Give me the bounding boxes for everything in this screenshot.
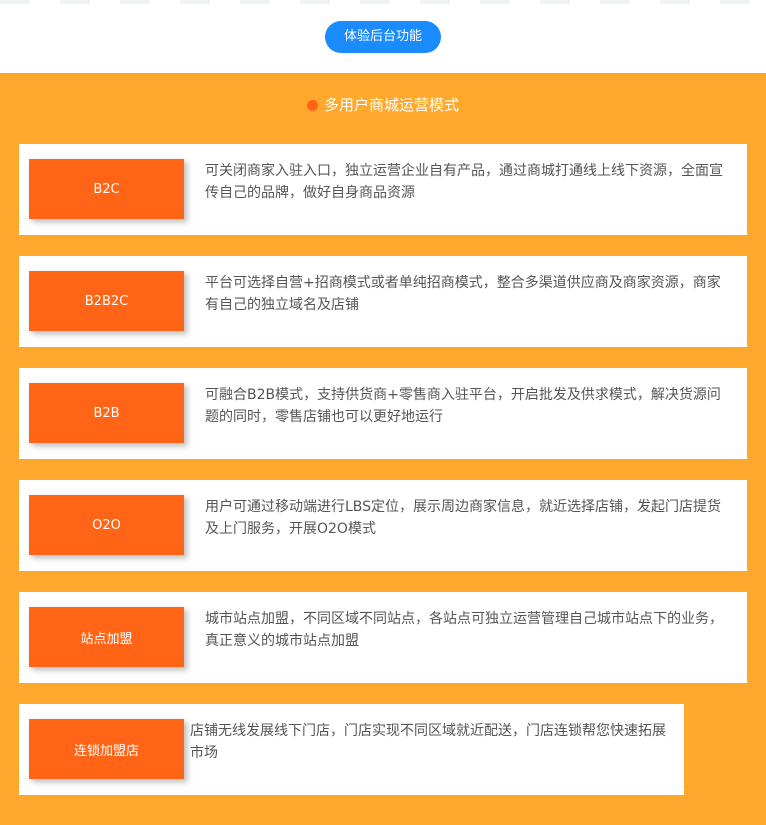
- mode-description: 可融合B2B模式，支持供货商+零售商入驻平台，开启批发及供求模式，解决货源问题的…: [205, 387, 721, 425]
- mode-badge: O2O: [29, 495, 184, 555]
- mode-badge: B2B: [29, 383, 184, 443]
- mode-badge: B2C: [29, 159, 184, 219]
- mode-badge: B2B2C: [29, 271, 184, 331]
- mode-card-site-franchise: 站点加盟 城市站点加盟，不同区域不同站点，各站点可独立运营管理自己城市站点下的业…: [19, 592, 747, 683]
- mode-card-b2b: B2B 可融合B2B模式，支持供货商+零售商入驻平台，开启批发及供求模式，解决货…: [19, 368, 747, 459]
- mode-description: 平台可选择自营+招商模式或者单纯招商模式，整合多渠道供应商及商家资源，商家有自己…: [205, 275, 721, 313]
- mode-description: 店铺无线发展线下门店，门店实现不同区域就近配送，门店连锁帮您快速拓展市场: [190, 723, 666, 761]
- mode-description: 城市站点加盟，不同区域不同站点，各站点可独立运营管理自己城市站点下的业务，真正意…: [205, 611, 723, 649]
- mode-card-chain-franchise: 连锁加盟店 店铺无线发展线下门店，门店实现不同区域就近配送，门店连锁帮您快速拓展…: [19, 704, 684, 795]
- top-area: 体验后台功能: [0, 0, 766, 73]
- mode-card-b2c: B2C 可关闭商家入驻入口，独立运营企业自有产品，通过商城打通线上线下资源，全面…: [19, 144, 747, 235]
- orange-dot-icon: [306, 100, 318, 111]
- experience-backend-button[interactable]: 体验后台功能: [325, 21, 441, 53]
- section-title: 多用户商城运营模式: [0, 95, 766, 115]
- mode-badge: 连锁加盟店: [29, 719, 184, 779]
- section-title-text: 多用户商城运营模式: [323, 96, 459, 114]
- mode-description: 用户可通过移动端进行LBS定位，展示周边商家信息，就近选择店铺，发起门店提货及上…: [205, 499, 722, 537]
- mode-card-b2b2c: B2B2C 平台可选择自营+招商模式或者单纯招商模式，整合多渠道供应商及商家资源…: [19, 256, 747, 347]
- mode-card-o2o: O2O 用户可通过移动端进行LBS定位，展示周边商家信息，就近选择店铺，发起门店…: [19, 480, 747, 571]
- mode-badge: 站点加盟: [29, 607, 184, 667]
- top-decorative-strip: [0, 0, 766, 4]
- operation-modes-panel: 多用户商城运营模式 B2C 可关闭商家入驻入口，独立运营企业自有产品，通过商城打…: [0, 73, 766, 825]
- mode-description: 可关闭商家入驻入口，独立运营企业自有产品，通过商城打通线上线下资源，全面宣传自己…: [205, 163, 723, 201]
